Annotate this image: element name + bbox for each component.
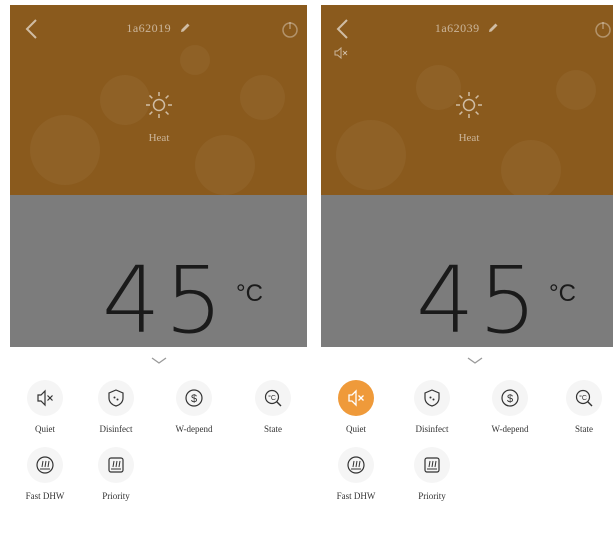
temperature-unit: °C [236,280,263,307]
w-depend-label: W-depend [175,424,213,434]
state-label: State [264,424,282,434]
shield-icon [424,389,440,407]
priority-icon-circle [98,447,134,483]
fast-water-icon [347,456,365,474]
priority-label: Priority [102,491,130,501]
state-label: State [575,424,593,434]
fast-water-icon [36,456,54,474]
fast-dhw-button[interactable]: Fast DHW [12,447,78,501]
disinfect-icon-circle [414,380,450,416]
device-title[interactable]: 1a62019 [10,21,307,36]
right-phone-screen: 1a62039 Heat 45 °C Quiet Disinfect $ W-d… [321,5,613,536]
priority-button[interactable]: Priority [399,447,465,501]
thermometer-search-icon: °C [264,389,282,407]
fast-dhw-button[interactable]: Fast DHW [323,447,389,501]
function-sheet: Quiet Disinfect $ W-depend °C State Fast… [321,347,613,536]
fast-dhw-label: Fast DHW [25,491,65,501]
svg-text:°C: °C [268,394,276,402]
priority-label: Priority [418,491,446,501]
chevron-down-icon[interactable] [467,357,483,365]
chevron-down-icon[interactable] [151,357,167,365]
w-depend-button[interactable]: $ W-depend [161,380,227,434]
thermometer-search-icon: °C [575,389,593,407]
priority-water-icon [108,457,124,473]
svg-text:$: $ [191,393,197,405]
state-button[interactable]: °C State [240,380,306,434]
temperature-value: 45 [102,247,228,354]
quiet-icon-circle-active [338,380,374,416]
function-sheet: Quiet Disinfect $ W-depend °C State Fast… [10,347,307,536]
device-name: 1a62019 [126,21,172,35]
priority-button[interactable]: Priority [83,447,149,501]
svg-text:$: $ [507,393,513,405]
priority-icon-circle [414,447,450,483]
w-depend-label: W-depend [491,424,529,434]
left-phone-screen: 1a62019 Heat 45 °C Quiet Disinfect $ W-d… [10,5,307,536]
power-icon[interactable] [593,19,613,39]
disinfect-label: Disinfect [415,424,449,434]
state-icon-circle: °C [255,380,291,416]
quiet-status-icon [334,46,348,60]
disinfect-label: Disinfect [99,424,133,434]
sun-heat-icon [456,92,482,118]
disinfect-icon-circle [98,380,134,416]
quiet-icon-circle [27,380,63,416]
dollar-icon: $ [185,389,203,407]
mode-label: Heat [458,132,480,144]
mode-header: 1a62039 Heat [321,5,613,200]
disinfect-button[interactable]: Disinfect [83,380,149,434]
quiet-button[interactable]: Quiet [12,380,78,434]
quiet-label: Quiet [346,424,366,434]
device-title[interactable]: 1a62039 [321,21,613,36]
fast-dhw-icon-circle [338,447,374,483]
edit-pencil-icon[interactable] [487,22,499,34]
edit-pencil-icon[interactable] [179,22,191,34]
sun-heat-icon [146,92,172,118]
state-button[interactable]: °C State [551,380,613,434]
w-depend-button[interactable]: $ W-depend [477,380,543,434]
w-depend-icon-circle: $ [176,380,212,416]
fast-dhw-icon-circle [27,447,63,483]
quiet-button[interactable]: Quiet [323,380,389,434]
dollar-icon: $ [501,389,519,407]
speaker-muted-icon [348,389,364,407]
quiet-label: Quiet [35,424,55,434]
panel-divider [309,0,315,536]
w-depend-icon-circle: $ [492,380,528,416]
disinfect-button[interactable]: Disinfect [399,380,465,434]
speaker-muted-icon [37,389,53,407]
mode-label: Heat [148,132,170,144]
svg-text:°C: °C [579,394,587,402]
state-icon-circle: °C [566,380,602,416]
power-icon[interactable] [280,19,300,39]
temperature-value: 45 [416,247,542,354]
temperature-unit: °C [549,280,576,307]
device-name: 1a62039 [434,21,480,35]
fast-dhw-label: Fast DHW [336,491,376,501]
shield-icon [108,389,124,407]
mode-header: 1a62019 Heat [10,5,307,195]
priority-water-icon [424,457,440,473]
